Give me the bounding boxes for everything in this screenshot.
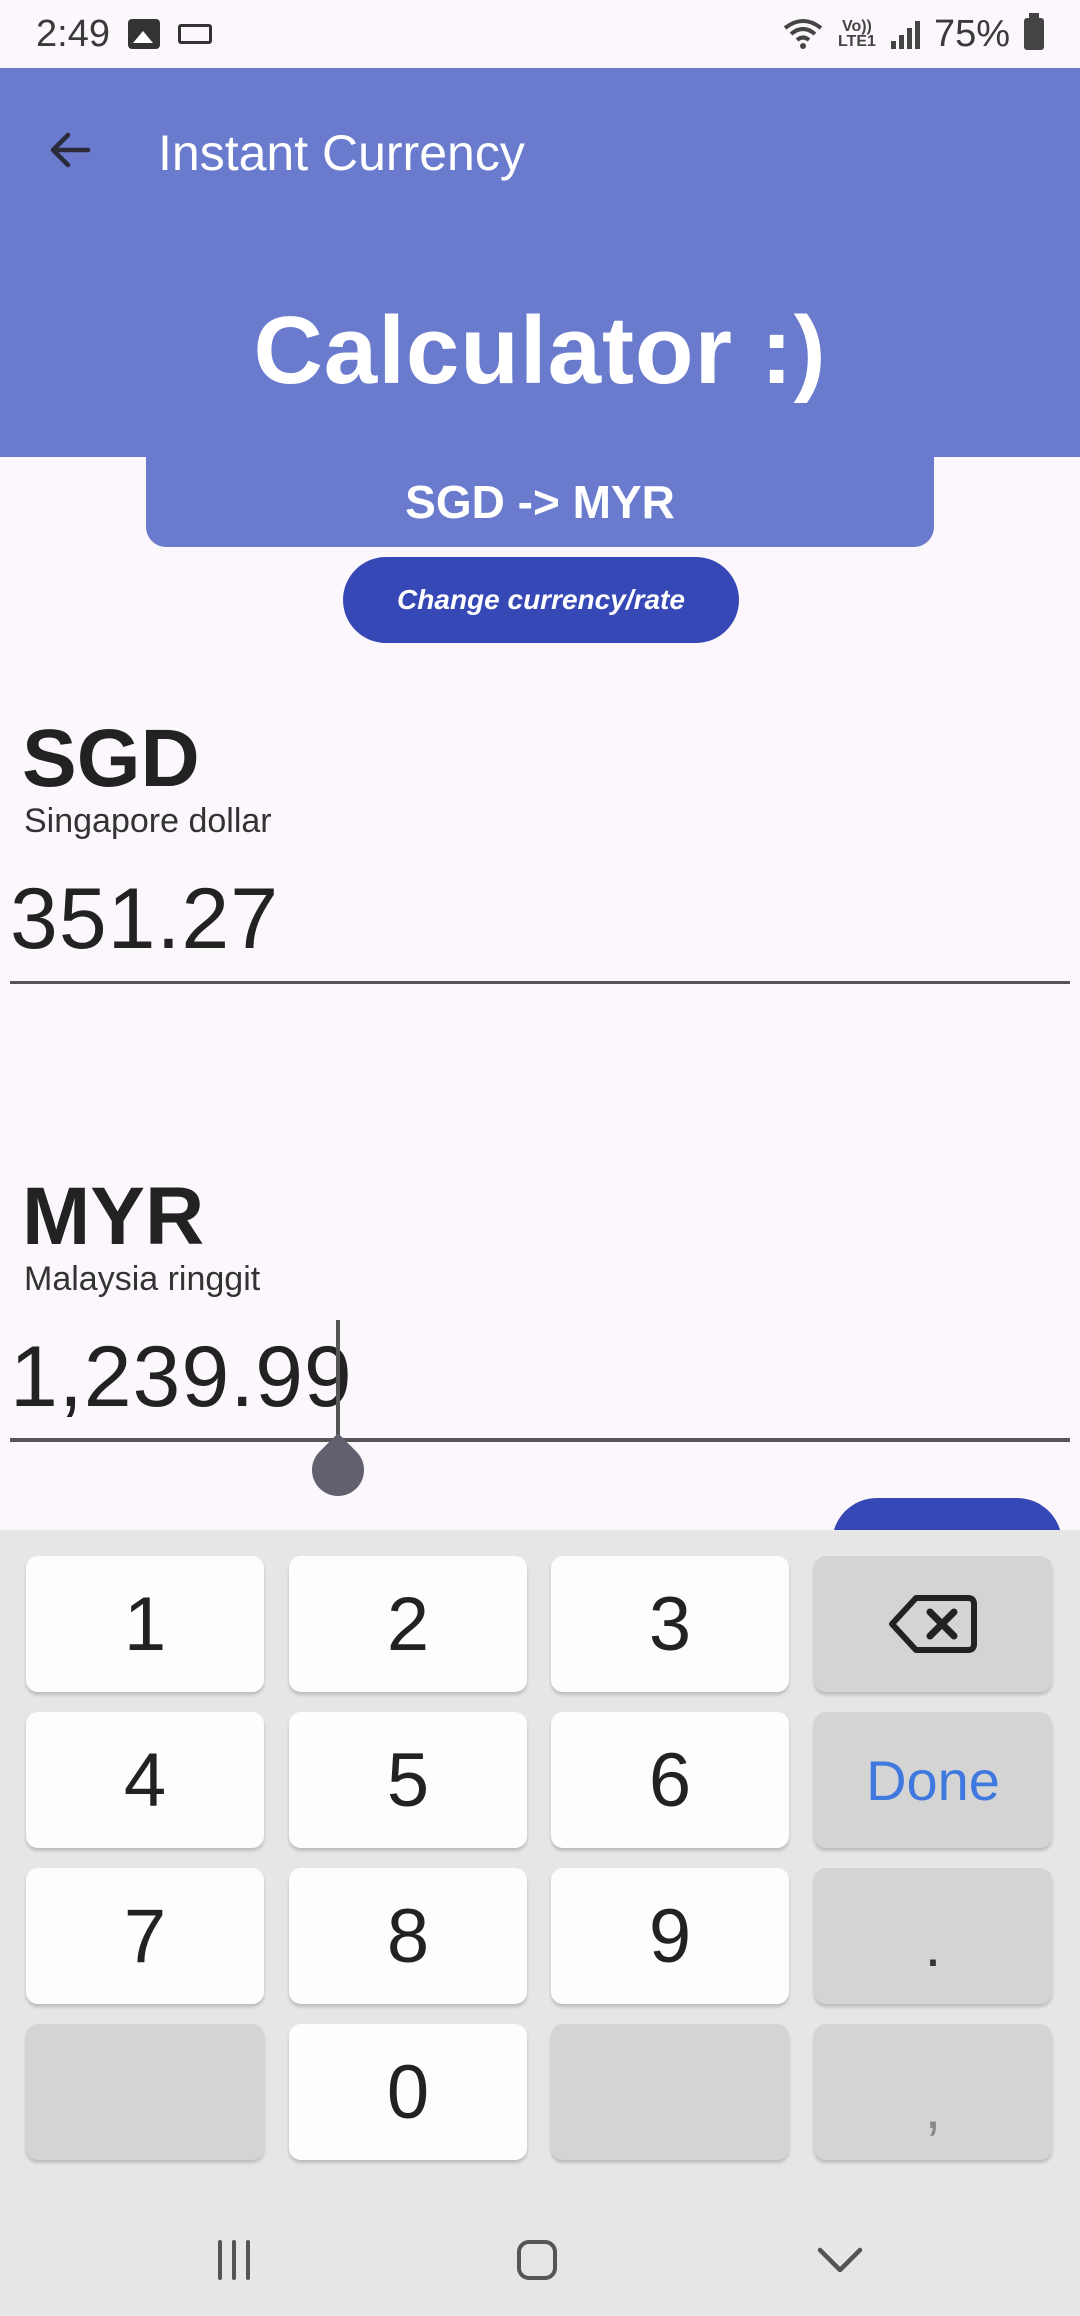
blank-key-left — [26, 2024, 264, 2160]
nav-down-icon — [817, 2247, 863, 2273]
key-8[interactable]: 8 — [289, 1868, 527, 2004]
comma-key[interactable]: , — [814, 2024, 1052, 2160]
done-key[interactable]: Done — [814, 1712, 1052, 1848]
back-button[interactable] — [38, 118, 102, 182]
from-input-underline — [10, 981, 1070, 984]
key-6[interactable]: 6 — [551, 1712, 789, 1848]
signal-icon — [890, 19, 920, 49]
home-button[interactable] — [507, 2230, 567, 2290]
from-currency-code: SGD — [22, 713, 200, 804]
from-amount-input[interactable]: 351.27 — [10, 870, 279, 969]
backspace-icon — [889, 1595, 977, 1653]
key-2[interactable]: 2 — [289, 1556, 527, 1692]
to-currency-name: Malaysia ringgit — [24, 1260, 261, 1298]
key-9[interactable]: 9 — [551, 1868, 789, 2004]
wifi-icon — [783, 19, 823, 49]
app-title: Instant Currency — [158, 125, 525, 181]
hide-keyboard-button[interactable] — [810, 2230, 870, 2290]
to-currency-code: MYR — [22, 1171, 205, 1262]
home-icon — [517, 2240, 557, 2280]
decimal-key[interactable]: . — [814, 1868, 1052, 2004]
back-arrow-icon — [50, 132, 91, 168]
status-bar: 2:49 Vo)) LTE1 75% — [0, 0, 1080, 68]
numeric-keypad: 1 2 3 4 5 6 Done 7 8 9 . 0 , — [0, 1530, 1080, 2200]
gallery-icon — [127, 19, 160, 49]
key-4[interactable]: 4 — [26, 1712, 264, 1848]
caret-handle[interactable] — [301, 1433, 375, 1507]
hero-title: Calculator :) — [253, 297, 827, 404]
recent-apps-button[interactable] — [204, 2230, 264, 2290]
keyboard-icon — [177, 24, 212, 44]
text-caret — [336, 1320, 340, 1442]
network-type-label: Vo)) LTE1 — [837, 18, 876, 50]
blank-key-middle — [551, 2024, 789, 2160]
recent-apps-icon — [218, 2240, 250, 2280]
app-header: Instant Currency Calculator :) — [0, 68, 1080, 457]
key-1[interactable]: 1 — [26, 1556, 264, 1692]
key-0[interactable]: 0 — [289, 2024, 527, 2160]
battery-percent: 75% — [933, 12, 1010, 55]
backspace-key[interactable] — [814, 1556, 1052, 1692]
battery-icon — [1024, 13, 1044, 50]
key-5[interactable]: 5 — [289, 1712, 527, 1848]
currency-pair-banner: SGD -> MYR — [146, 457, 934, 547]
key-7[interactable]: 7 — [26, 1868, 264, 2004]
to-amount-input[interactable]: 1,239.99 — [10, 1328, 353, 1427]
key-3[interactable]: 3 — [551, 1556, 789, 1692]
navigation-bar — [0, 2200, 1080, 2316]
change-currency-button[interactable]: Change currency/rate — [343, 557, 739, 643]
from-currency-name: Singapore dollar — [24, 802, 272, 840]
to-input-underline — [10, 1438, 1070, 1442]
status-time: 2:49 — [36, 12, 110, 55]
